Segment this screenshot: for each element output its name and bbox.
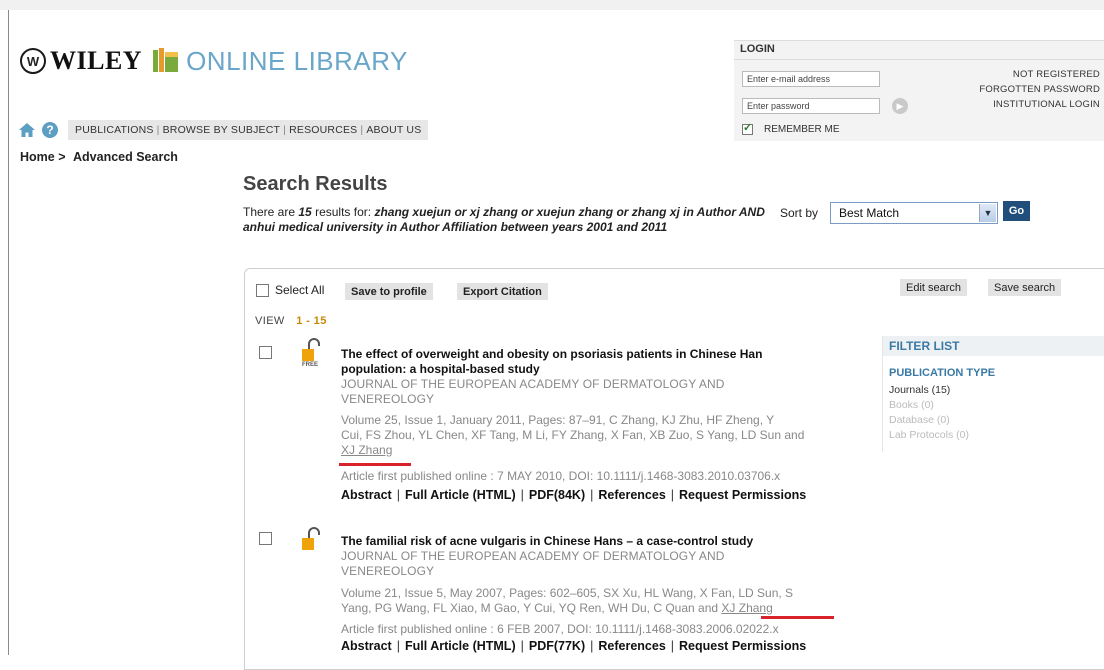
- view-range-value[interactable]: 1 - 15: [296, 315, 327, 327]
- nav-browse-by-subject[interactable]: BROWSE BY SUBJECT: [160, 124, 284, 136]
- page-title: Search Results: [243, 173, 388, 195]
- select-all-label: Select All: [275, 283, 325, 297]
- sort-go-button[interactable]: Go: [1003, 201, 1030, 221]
- online-library-wordmark: ONLINE LIBRARY: [186, 45, 408, 76]
- article-2-citation-line1: Volume 21, Issue 5, May 2007, Pages: 602…: [341, 586, 794, 600]
- breadcrumb-current: Advanced Search: [73, 150, 178, 164]
- article-2-links: Abstract | Full Article (HTML) | PDF(77K) |…: [341, 639, 807, 653]
- filter-lab-protocols: Lab Protocols (0): [889, 429, 969, 441]
- article-1-journal-line1: JOURNAL OF THE EUROPEAN ACADEMY OF DERMA…: [341, 377, 725, 391]
- export-citation-button[interactable]: Export Citation: [457, 283, 548, 300]
- filter-journals[interactable]: Journals (15): [889, 384, 950, 396]
- nav-about-us[interactable]: ABOUT US: [363, 124, 424, 136]
- filter-list-title: FILTER LIST: [883, 336, 1104, 356]
- article-1-citation: Volume 25, Issue 1, January 2011, Pages:…: [341, 413, 804, 458]
- references-link[interactable]: References: [598, 639, 665, 653]
- top-strip: [0, 0, 1104, 10]
- home-icon[interactable]: [18, 122, 36, 138]
- article-1-journal: JOURNAL OF THE EUROPEAN ACADEMY OF DERMA…: [341, 377, 725, 407]
- login-panel: LOGIN Enter e-mail address Enter passwor…: [734, 40, 1104, 141]
- article-2-journal: JOURNAL OF THE EUROPEAN ACADEMY OF DERMA…: [341, 549, 725, 579]
- view-range: VIEW 1 - 15: [255, 315, 327, 327]
- article-2-journal-line2: VENEREOLOGY: [341, 564, 435, 578]
- filter-database: Database (0): [889, 414, 950, 426]
- email-field[interactable]: Enter e-mail address: [742, 71, 880, 87]
- main-nav: ? PUBLICATIONS | BROWSE BY SUBJECT | RESOU…: [18, 120, 429, 140]
- results-count: 15: [298, 205, 312, 219]
- not-registered-link[interactable]: NOT REGISTERED: [979, 67, 1100, 82]
- article-1-citation-line1: Volume 25, Issue 1, January 2011, Pages:…: [341, 413, 775, 427]
- sort-selected-value: Best Match: [839, 206, 900, 220]
- nav-resources[interactable]: RESOURCES: [286, 124, 360, 136]
- full-article-html-link[interactable]: Full Article (HTML): [405, 639, 516, 653]
- forgotten-password-link[interactable]: FORGOTTEN PASSWORD: [979, 82, 1100, 97]
- filter-section-publication-type: PUBLICATION TYPE: [889, 367, 996, 379]
- login-links: NOT REGISTERED FORGOTTEN PASSWORD INSTIT…: [979, 67, 1100, 112]
- article-2-citation: Volume 21, Issue 5, May 2007, Pages: 602…: [341, 586, 793, 616]
- sort-label: Sort by: [780, 206, 819, 220]
- article-1-title-line2: population: a hospital-based study: [341, 362, 540, 376]
- abstract-link[interactable]: Abstract: [341, 639, 392, 653]
- wiley-wordmark: WILEY: [50, 46, 143, 75]
- nav-menu: PUBLICATIONS | BROWSE BY SUBJECT | RESOURC…: [68, 120, 429, 140]
- pdf-link[interactable]: PDF(84K): [529, 488, 585, 502]
- sort-select[interactable]: Best Match ▼: [830, 202, 998, 224]
- site-logo[interactable]: W WILEY ONLINE LIBRARY: [20, 38, 408, 84]
- article-1-title-line1: The effect of overweight and obesity on …: [341, 347, 763, 361]
- page-left-border: [8, 10, 9, 655]
- article-2-citation-line2: Yang, PG Wang, FL Xiao, M Gao, Y Cui, YQ…: [341, 601, 722, 615]
- request-permissions-link[interactable]: Request Permissions: [679, 488, 806, 502]
- edit-search-button[interactable]: Edit search: [900, 279, 968, 296]
- summary-mid: results for:: [315, 205, 372, 219]
- article-2-checkbox[interactable]: [259, 532, 272, 545]
- institutional-login-link[interactable]: INSTITUTIONAL LOGIN: [979, 97, 1100, 112]
- login-submit-arrow-icon[interactable]: ▶: [892, 98, 908, 114]
- red-underline-annotation: [339, 463, 411, 466]
- article-2-journal-line1: JOURNAL OF THE EUROPEAN ACADEMY OF DERMA…: [341, 549, 725, 563]
- author-link-xj-zhang[interactable]: XJ Zhang: [341, 443, 392, 457]
- filter-books: Books (0): [889, 399, 934, 411]
- summary-prefix: There are: [243, 205, 296, 219]
- view-label: VIEW: [255, 315, 285, 327]
- article-1-links: Abstract | Full Article (HTML) | PDF(84K) |…: [341, 488, 807, 502]
- remember-me[interactable]: REMEMBER ME: [742, 121, 840, 135]
- results-summary: There are 15 results for: zhang xuejun o…: [243, 205, 778, 235]
- article-1-checkbox[interactable]: [259, 346, 272, 359]
- filter-list: FILTER LIST PUBLICATION TYPE Journals (1…: [882, 336, 1104, 452]
- free-badge: FREE: [302, 362, 319, 368]
- select-all[interactable]: Select All: [256, 283, 324, 297]
- help-icon[interactable]: ?: [42, 122, 58, 138]
- remember-me-label: REMEMBER ME: [764, 124, 840, 135]
- save-search-button[interactable]: Save search: [988, 279, 1062, 296]
- article-1-title[interactable]: The effect of overweight and obesity on …: [341, 347, 762, 377]
- request-permissions-link[interactable]: Request Permissions: [679, 639, 806, 653]
- login-title: LOGIN: [740, 43, 775, 55]
- abstract-link[interactable]: Abstract: [341, 488, 392, 502]
- article-2-title[interactable]: The familial risk of acne vulgaris in Ch…: [341, 534, 753, 549]
- breadcrumb: Home > Advanced Search: [20, 150, 178, 164]
- chevron-down-icon[interactable]: ▼: [979, 204, 996, 222]
- login-divider: [734, 59, 1104, 60]
- full-article-html-link[interactable]: Full Article (HTML): [405, 488, 516, 502]
- save-to-profile-button[interactable]: Save to profile: [345, 283, 433, 300]
- wiley-seal-icon: W: [20, 48, 46, 74]
- article-1-published: Article first published online : 7 MAY 2…: [341, 469, 781, 483]
- article-2-published: Article first published online : 6 FEB 2…: [341, 622, 779, 636]
- select-all-checkbox[interactable]: [256, 283, 269, 297]
- open-access-lock-icon: [302, 527, 320, 550]
- article-1-journal-line2: VENEREOLOGY: [341, 392, 435, 406]
- open-access-lock-icon: [302, 338, 320, 361]
- book-logo-icon: [153, 48, 179, 72]
- nav-publications[interactable]: PUBLICATIONS: [72, 124, 157, 136]
- article-1-citation-line2: Cui, FS Zhou, YL Chen, XF Tang, M Li, FY…: [341, 428, 805, 442]
- red-underline-annotation: [761, 616, 834, 619]
- author-link-xj-zhang[interactable]: XJ Zhang: [721, 601, 772, 615]
- password-field[interactable]: Enter password: [742, 98, 880, 114]
- remember-me-checkbox[interactable]: [742, 121, 753, 135]
- breadcrumb-home[interactable]: Home >: [20, 150, 66, 164]
- references-link[interactable]: References: [598, 488, 665, 502]
- pdf-link[interactable]: PDF(77K): [529, 639, 585, 653]
